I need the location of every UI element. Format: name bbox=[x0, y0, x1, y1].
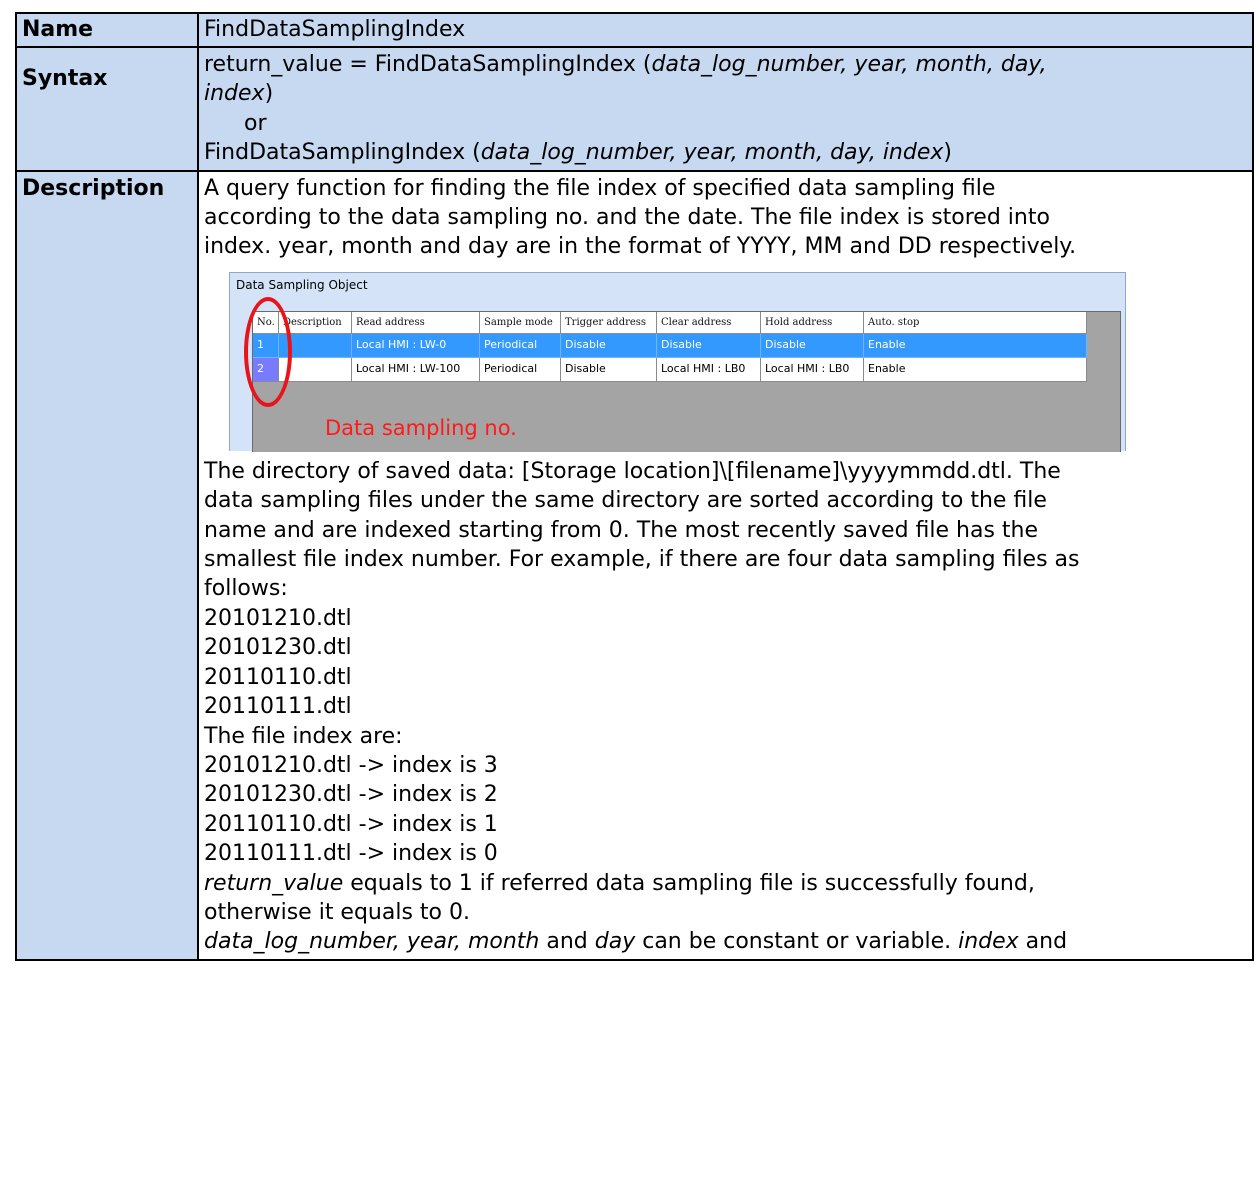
index-line: 20101210.dtl -> index is 3 bbox=[204, 752, 498, 778]
description-label: Description bbox=[15, 169, 199, 961]
dialog-title: Data Sampling Object bbox=[236, 277, 368, 292]
table-cell: Disable bbox=[657, 333, 761, 358]
document-page: Name FindDataSamplingIndex Syntax return… bbox=[0, 0, 1254, 1187]
description-row: Description A query function for finding… bbox=[15, 169, 1254, 961]
file-name: 20110110.dtl bbox=[204, 664, 352, 690]
table-row[interactable]: 1 Local HMI : LW-0 Periodical Disable Di… bbox=[253, 333, 1087, 358]
file-name: 20101210.dtl bbox=[204, 605, 352, 631]
description-text: A query function for finding the file in… bbox=[197, 169, 1254, 961]
index-line: 20110110.dtl -> index is 1 bbox=[204, 811, 498, 837]
column-header[interactable]: Clear address bbox=[657, 311, 761, 334]
return-value-line: return_value equals to 1 if referred dat… bbox=[204, 870, 1035, 896]
syntax-label: Syntax bbox=[15, 46, 199, 172]
table-cell: Periodical bbox=[480, 333, 561, 358]
table-row[interactable]: 2 Local HMI : LW-100 Periodical Disable … bbox=[253, 357, 1087, 382]
parameters-line: data_log_number, year, month and day can… bbox=[204, 929, 1068, 955]
intro-line: according to the data sampling no. and t… bbox=[204, 205, 1050, 231]
syntax-row: Syntax return_value = FindDataSamplingIn… bbox=[15, 46, 1254, 172]
paragraph-line: data sampling files under the same direc… bbox=[204, 488, 1047, 514]
column-header[interactable]: Hold address bbox=[761, 311, 864, 334]
paragraph-line: name and are indexed starting from 0. Th… bbox=[204, 517, 1039, 543]
name-label: Name bbox=[15, 12, 199, 48]
table-cell: Enable bbox=[864, 333, 1087, 358]
column-header[interactable]: Read address bbox=[352, 311, 480, 334]
table-cell: Enable bbox=[864, 357, 1087, 382]
paragraph-line: follows: bbox=[204, 576, 288, 602]
table-cell: Local HMI : LW-0 bbox=[352, 333, 480, 358]
syntax-line-2: index) bbox=[204, 81, 274, 107]
index-line: 20101230.dtl -> index is 2 bbox=[204, 782, 498, 808]
table-cell: Local HMI : LB0 bbox=[657, 357, 761, 382]
table-cell: Local HMI : LB0 bbox=[761, 357, 864, 382]
syntax-or: or bbox=[244, 110, 267, 136]
index-heading: The file index are: bbox=[204, 723, 403, 749]
intro-line: A query function for finding the file in… bbox=[204, 175, 996, 201]
table-cell: Disable bbox=[561, 357, 657, 382]
table-cell: Disable bbox=[561, 333, 657, 358]
syntax-line-4: FindDataSamplingIndex (data_log_number, … bbox=[204, 140, 952, 166]
data-sampling-no-annotation: Data sampling no. bbox=[325, 415, 517, 440]
index-line: 20110111.dtl -> index is 0 bbox=[204, 841, 498, 867]
function-name: FindDataSamplingIndex bbox=[197, 12, 1254, 48]
table-cell: Disable bbox=[761, 333, 864, 358]
grid-header: No. Description Read address Sample mode… bbox=[253, 311, 1087, 334]
file-name: 20110111.dtl bbox=[204, 694, 352, 720]
table-cell: Local HMI : LW-100 bbox=[352, 357, 480, 382]
highlight-ring-icon bbox=[244, 296, 292, 407]
paragraph-line: smallest file index number. For example,… bbox=[204, 547, 1080, 573]
data-sampling-grid: No. Description Read address Sample mode… bbox=[252, 310, 1121, 452]
intro-line: index. year, month and day are in the fo… bbox=[204, 234, 1077, 260]
paragraph-line: The directory of saved data: [Storage lo… bbox=[204, 458, 1061, 484]
syntax-text: return_value = FindDataSamplingIndex (da… bbox=[197, 46, 1254, 172]
function-spec-table: Name FindDataSamplingIndex Syntax return… bbox=[15, 12, 1254, 961]
data-sampling-dialog-screenshot: Data Sampling Object No. Description Rea… bbox=[229, 271, 1126, 452]
column-header[interactable]: Sample mode bbox=[480, 311, 561, 334]
column-header[interactable]: Auto. stop bbox=[864, 311, 1087, 334]
return-value-line-2: otherwise it equals to 0. bbox=[204, 899, 470, 925]
table-cell: Periodical bbox=[480, 357, 561, 382]
column-header[interactable]: Trigger address bbox=[561, 311, 657, 334]
name-row: Name FindDataSamplingIndex bbox=[15, 12, 1254, 48]
syntax-line-1: return_value = FindDataSamplingIndex (da… bbox=[204, 52, 1047, 77]
file-name: 20101230.dtl bbox=[204, 635, 352, 661]
